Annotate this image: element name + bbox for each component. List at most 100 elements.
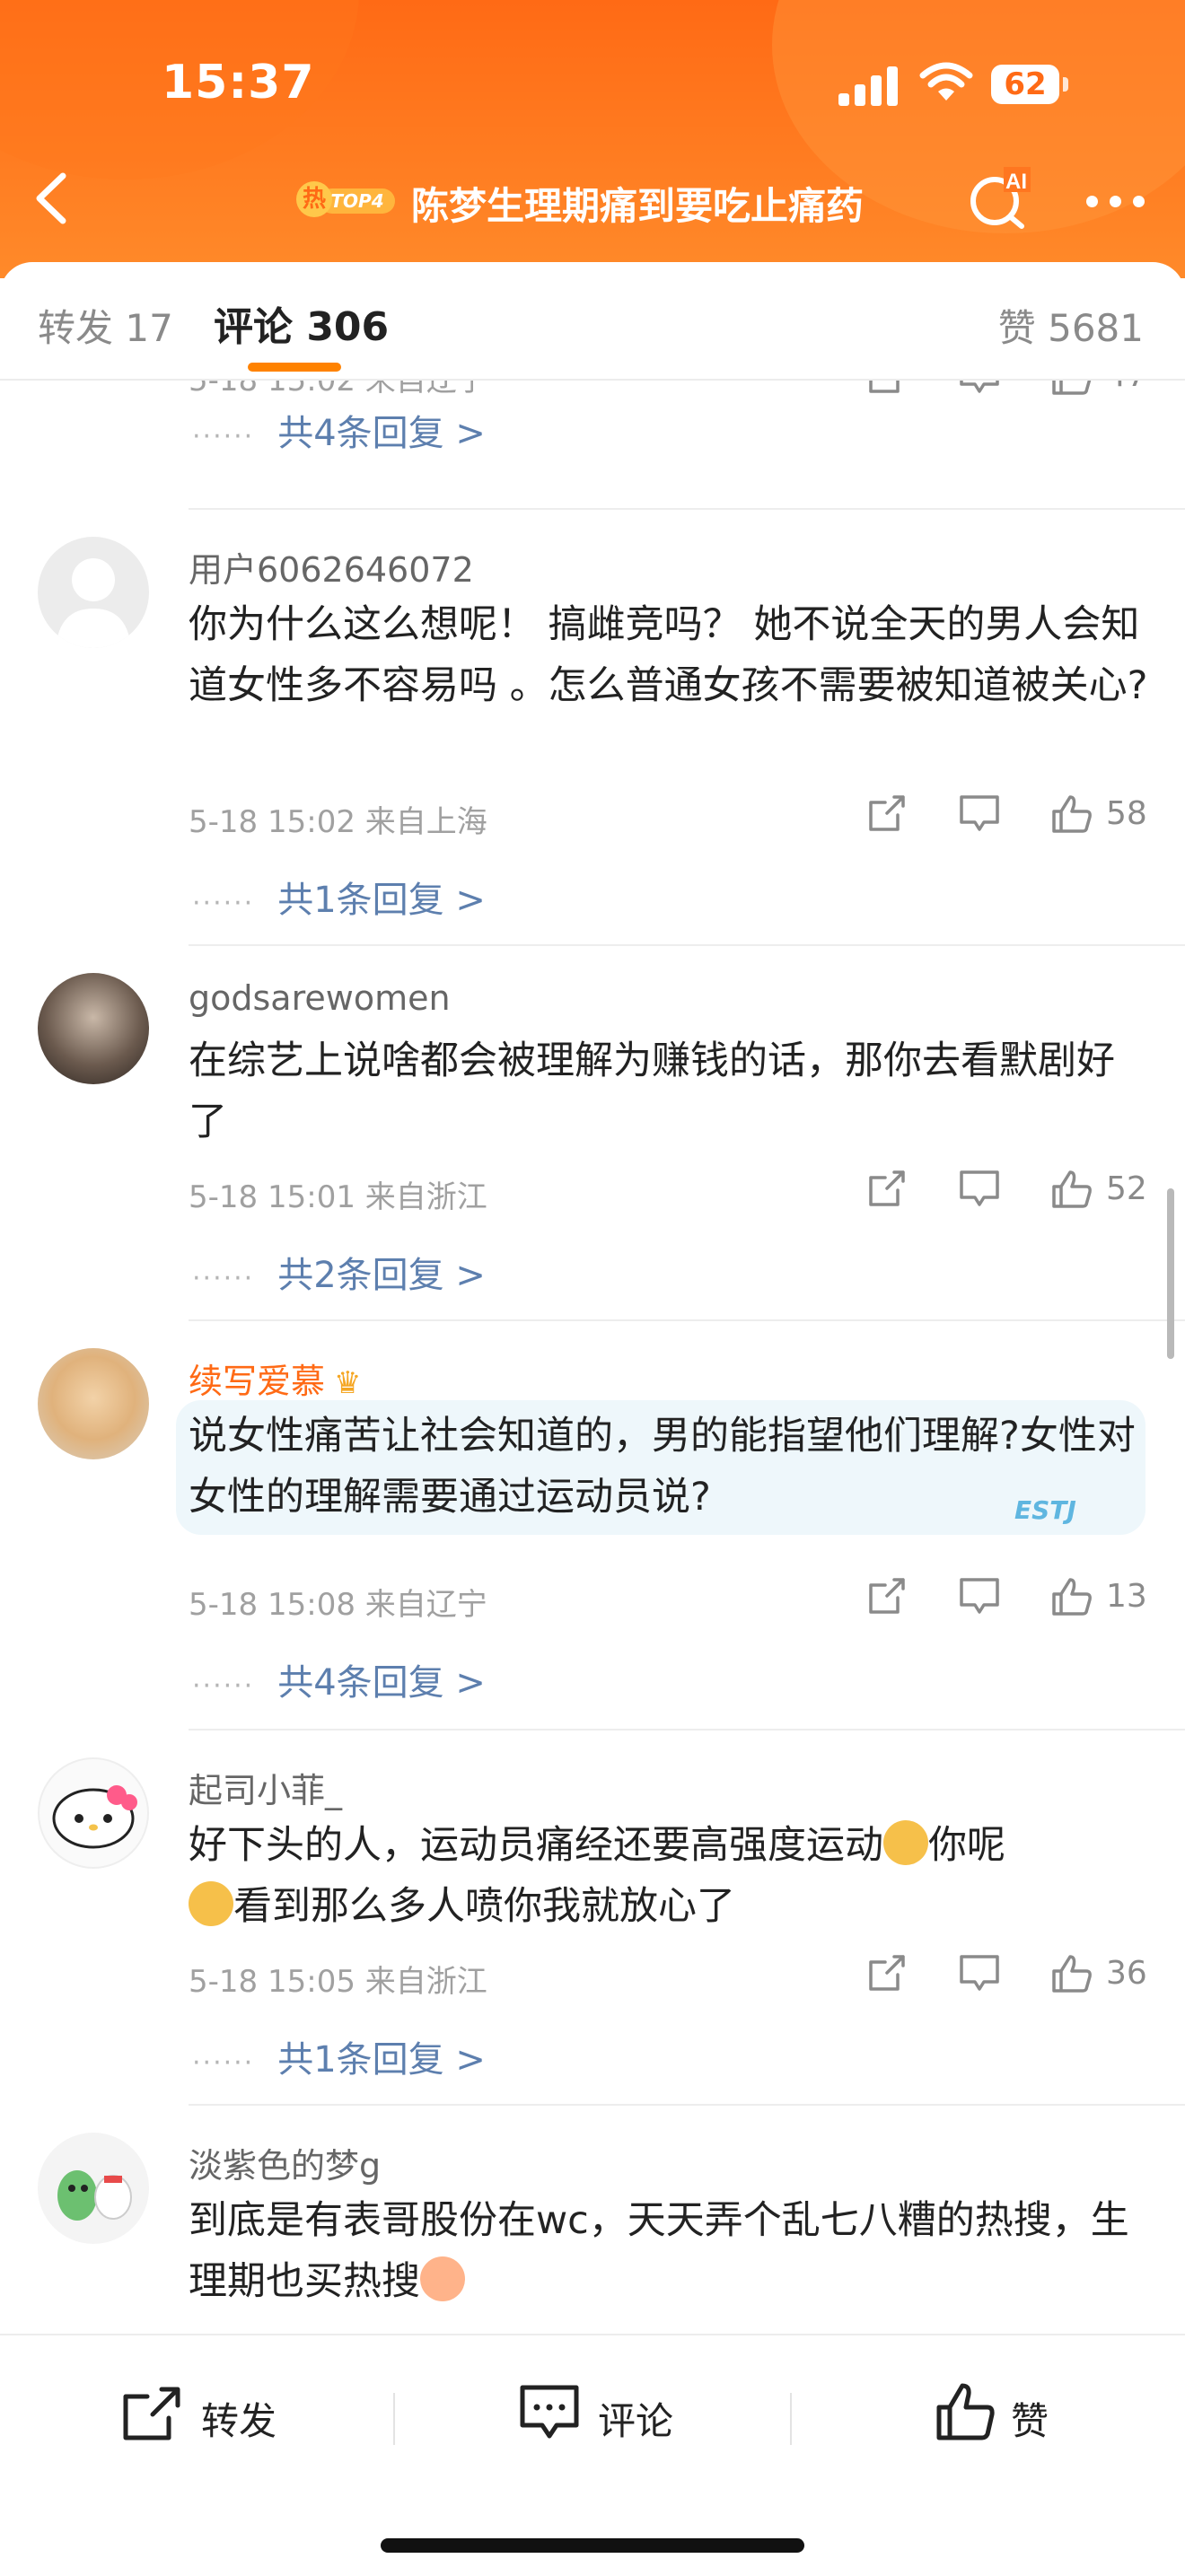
reply-link[interactable]: ······ 共4条回复 >	[192, 1653, 486, 1705]
like-icon[interactable]	[1050, 793, 1093, 835]
comment-meta: 5-18 15:02 来自上海	[189, 804, 487, 840]
estj-sticker: ESTJ	[1014, 1495, 1076, 1525]
like-count: 52	[1106, 1170, 1147, 1207]
share-icon[interactable]	[867, 1953, 907, 1993]
username[interactable]: 淡紫色的梦g	[189, 2138, 381, 2187]
comment-icon[interactable]	[959, 793, 1000, 833]
reply-count-text: 共2条回复 >	[277, 1255, 486, 1296]
reply-count-text: 共1条回复 >	[277, 2039, 486, 2081]
doge-emoji-icon	[189, 1881, 233, 1926]
divider	[189, 1729, 1185, 1730]
divider	[189, 2104, 1185, 2106]
status-time: 15:37	[162, 56, 315, 110]
comment-icon[interactable]	[959, 1953, 1000, 1993]
reply-link[interactable]: ······ 共1条回复 >	[192, 871, 486, 923]
divider	[189, 1319, 1185, 1321]
share-icon[interactable]	[867, 1576, 907, 1616]
comment-meta: 5-18 15:05 来自浙江	[189, 1964, 487, 2000]
kitty-avatar-icon	[52, 1785, 137, 1849]
like-icon[interactable]	[1050, 1953, 1093, 1994]
comment-text: 到底是有表哥股份在wc，天天弄个乱七八糟的热搜，生理期也买热搜	[189, 2190, 1149, 2312]
scrollbar[interactable]	[1167, 1188, 1174, 1359]
comment-actions: 47	[862, 381, 1149, 400]
ai-label: AI	[1005, 170, 1027, 194]
vip-crown-icon: ♛	[334, 1365, 362, 1401]
avatar[interactable]	[38, 537, 149, 648]
like-button[interactable]: 赞	[934, 2380, 1077, 2452]
comment-actions: 58	[862, 793, 1149, 838]
repost-button[interactable]: 转发	[122, 2380, 302, 2452]
avatar[interactable]	[38, 1348, 149, 1459]
like-icon[interactable]	[1050, 1576, 1093, 1617]
comment-actions: 36	[862, 1953, 1149, 1998]
reply-link[interactable]: ······ 共1条回复 >	[192, 2030, 486, 2082]
battery-tip	[1063, 77, 1068, 92]
reply-link[interactable]: ······ 共4条回复 >	[192, 404, 486, 456]
doge-emoji-icon	[883, 1820, 928, 1865]
reply-dots: ······	[192, 1263, 255, 1294]
reply-dots: ······	[192, 1670, 255, 1702]
reply-dots: ······	[192, 2047, 255, 2079]
share-icon[interactable]	[867, 1169, 907, 1208]
reply-dots: ······	[192, 888, 255, 919]
reply-link[interactable]: ······ 共2条回复 >	[192, 1246, 486, 1298]
hot-icon: 热	[296, 181, 332, 217]
comment-text-part: 你呢	[928, 1823, 1005, 1868]
comment-actions: 52	[862, 1169, 1149, 1214]
username[interactable]: 起司小菲_	[189, 1763, 342, 1812]
comment-text-part: 好下头的人，运动员痛经还要高强度运动	[189, 1823, 883, 1868]
reply-dots: ······	[192, 421, 255, 452]
ai-search-icon[interactable]: AI	[968, 167, 1031, 230]
comment-text: 你为什么这么想呢！ 搞雌竞吗？ 她不说全天的男人会知道女性多不容易吗 。怎么普通…	[189, 602, 1148, 708]
comment-list[interactable]: 5-18 15:02 来自辽宁 47 ······ 共4条回复 > 用户60626…	[0, 381, 1185, 2334]
like-label: 赞	[1011, 2399, 1049, 2443]
comment-icon[interactable]	[959, 1576, 1000, 1616]
repost-label: 转发	[201, 2399, 277, 2443]
share-icon[interactable]	[867, 381, 907, 395]
username[interactable]: godsarewomen	[189, 978, 451, 1018]
username[interactable]: 续写爱慕 ♛	[189, 1354, 362, 1403]
tab-repost[interactable]: 转发 17	[38, 298, 173, 353]
avatar[interactable]	[38, 1757, 149, 1869]
comment-meta: 5-18 15:08 来自辽宁	[189, 1587, 487, 1623]
reply-count-text: 共4条回复 >	[277, 413, 486, 454]
divider	[393, 2393, 395, 2445]
like-icon[interactable]	[1050, 381, 1093, 397]
share-icon[interactable]	[867, 793, 907, 833]
like-count: 36	[1106, 1955, 1147, 1992]
more-options-icon[interactable]	[1086, 196, 1149, 208]
comment-text: 好下头的人，运动员痛经还要高强度运动 你呢 看到那么多人喷你我就放心了	[189, 1815, 1149, 1937]
comment-text-part: 看到那么多人喷你我就放心了	[233, 1884, 735, 1929]
like-count: 58	[1106, 795, 1147, 832]
like-count: 13	[1106, 1578, 1147, 1615]
battery-level: 62	[991, 65, 1059, 104]
repost-icon	[123, 2387, 180, 2440]
tab-like[interactable]: 赞 5681	[998, 298, 1144, 353]
comment-text: 在综艺上说啥都会被理解为赚钱的话，那你去看默剧好了	[189, 1038, 1115, 1144]
comment-text-part: 到底是有表哥股份在wc，天天弄个乱七八糟的热搜，生理期也买热搜	[189, 2198, 1129, 2304]
comment-button[interactable]: 评论	[519, 2380, 698, 2452]
page-title: 陈梦生理期痛到要吃止痛药	[411, 184, 865, 228]
tab-bar: 转发 17 评论 306 赞 5681	[0, 262, 1185, 381]
avatar[interactable]	[38, 973, 149, 1084]
divider	[189, 944, 1185, 946]
hot-rank-badge: TOP4 热	[296, 180, 397, 219]
tab-comment[interactable]: 评论 306	[214, 294, 389, 352]
back-arrow-icon[interactable]	[27, 167, 81, 230]
username[interactable]: 用户6062646072	[189, 542, 474, 591]
like-icon[interactable]	[1050, 1169, 1093, 1210]
username-text: 续写爱慕	[189, 1362, 326, 1401]
comment-icon[interactable]	[959, 381, 1000, 395]
comment-actions: 13	[862, 1576, 1149, 1621]
vomit-emoji-icon	[420, 2256, 465, 2301]
home-indicator[interactable]	[381, 2538, 804, 2553]
divider	[189, 508, 1185, 510]
comment-icon[interactable]	[959, 1169, 1000, 1208]
like-count: 47	[1106, 381, 1147, 394]
like-icon	[936, 2383, 995, 2440]
wifi-icon	[919, 62, 973, 101]
avatar[interactable]	[38, 2133, 149, 2244]
active-tab-indicator	[248, 363, 341, 372]
comment-text: 说女性痛苦让社会知道的，男的能指望他们理解?女性对女性的理解需要通过运动员说?	[189, 1414, 1136, 1520]
bottom-action-bar: 转发 评论 赞	[0, 2334, 1185, 2576]
